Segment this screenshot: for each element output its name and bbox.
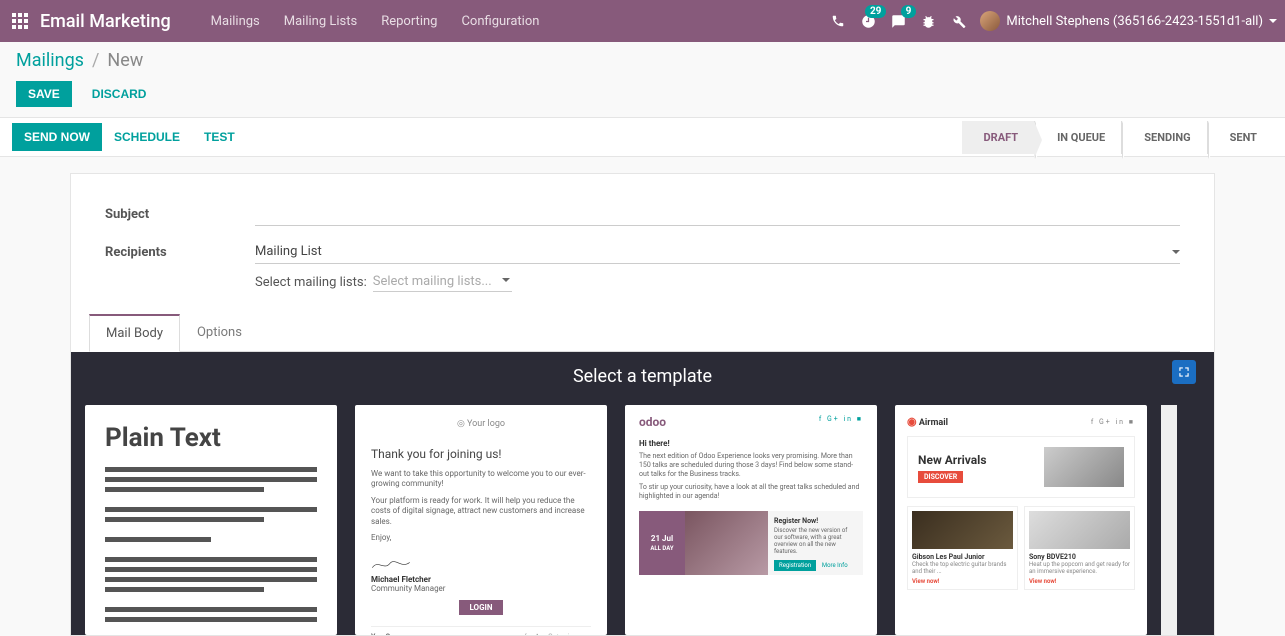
mailing-lists-select[interactable]: Select mailing lists...: [373, 272, 512, 292]
status-sent[interactable]: SENT: [1207, 121, 1273, 154]
chat-icon[interactable]: 9: [890, 13, 906, 29]
save-button[interactable]: SAVE: [16, 81, 72, 107]
top-nav: Email Marketing Mailings Mailing Lists R…: [0, 0, 1285, 42]
clock-icon[interactable]: 29: [860, 13, 876, 29]
status-draft[interactable]: DRAFT: [962, 121, 1035, 154]
chat-badge: 9: [901, 5, 917, 18]
subject-input[interactable]: [255, 202, 1180, 226]
template-header: Select a template: [71, 352, 1214, 405]
menu-configuration[interactable]: Configuration: [461, 14, 539, 29]
wrench-icon[interactable]: [950, 13, 966, 29]
phone-icon[interactable]: [830, 13, 846, 29]
breadcrumb: Mailings / New: [16, 50, 1269, 71]
clock-badge: 29: [865, 5, 886, 18]
template-welcome[interactable]: ◎ Your logo Thank you for joining us! We…: [355, 405, 607, 635]
user-menu[interactable]: Mitchell Stephens (365166-2423-1551d1-al…: [980, 11, 1277, 31]
apps-icon[interactable]: [8, 9, 32, 33]
tab-options[interactable]: Options: [180, 314, 259, 351]
mailing-lists-placeholder: Select mailing lists...: [373, 274, 492, 289]
action-bar: SEND NOW SCHEDULE TEST DRAFT IN QUEUE SE…: [0, 117, 1285, 157]
chevron-down-icon: [1269, 19, 1277, 23]
form-card: Subject Recipients Mailing List Select m…: [70, 173, 1215, 636]
template-airmail[interactable]: ◉ Airmail f G+ in ■ New Arrivals DISCOVE…: [895, 405, 1147, 635]
tabs: Mail Body Options: [89, 314, 1180, 352]
user-name: Mitchell Stephens (365166-2423-1551d1-al…: [1006, 14, 1263, 29]
subject-label: Subject: [105, 207, 255, 222]
template-picker: Select a template Plain Text: [71, 352, 1214, 635]
mailing-lists-label: Select mailing lists:: [255, 275, 367, 290]
template-scrollbar[interactable]: [1161, 405, 1177, 635]
chevron-down-icon: [1172, 250, 1180, 254]
bug-icon[interactable]: [920, 13, 936, 29]
status-in-queue[interactable]: IN QUEUE: [1034, 121, 1121, 154]
avatar: [980, 11, 1000, 31]
schedule-button[interactable]: SCHEDULE: [102, 123, 192, 151]
status-bar: DRAFT IN QUEUE SENDING SENT: [962, 121, 1273, 154]
recipients-select[interactable]: Mailing List: [255, 240, 1180, 264]
chevron-down-icon: [502, 278, 510, 282]
discard-button[interactable]: DISCARD: [80, 81, 159, 107]
status-sending[interactable]: SENDING: [1121, 121, 1206, 154]
tab-mail-body[interactable]: Mail Body: [89, 314, 180, 352]
template-odoo-event[interactable]: odoo f G+ in ■ Hi there! The next editio…: [625, 405, 877, 635]
subheader: Mailings / New SAVE DISCARD: [0, 42, 1285, 107]
recipients-value: Mailing List: [255, 244, 322, 259]
menu-mailings[interactable]: Mailings: [211, 14, 260, 29]
breadcrumb-root[interactable]: Mailings: [16, 50, 84, 71]
test-button[interactable]: TEST: [192, 123, 247, 151]
breadcrumb-current: New: [107, 50, 143, 71]
recipients-label: Recipients: [105, 245, 255, 260]
template-title: Plain Text: [105, 423, 317, 453]
send-now-button[interactable]: SEND NOW: [12, 123, 102, 151]
expand-button[interactable]: [1172, 360, 1196, 384]
template-plain-text[interactable]: Plain Text: [85, 405, 337, 635]
menu-mailing-lists[interactable]: Mailing Lists: [284, 14, 357, 29]
main-menu: Mailings Mailing Lists Reporting Configu…: [211, 14, 540, 29]
breadcrumb-sep: /: [92, 50, 99, 71]
menu-reporting[interactable]: Reporting: [381, 14, 437, 29]
app-title: Email Marketing: [40, 11, 171, 32]
